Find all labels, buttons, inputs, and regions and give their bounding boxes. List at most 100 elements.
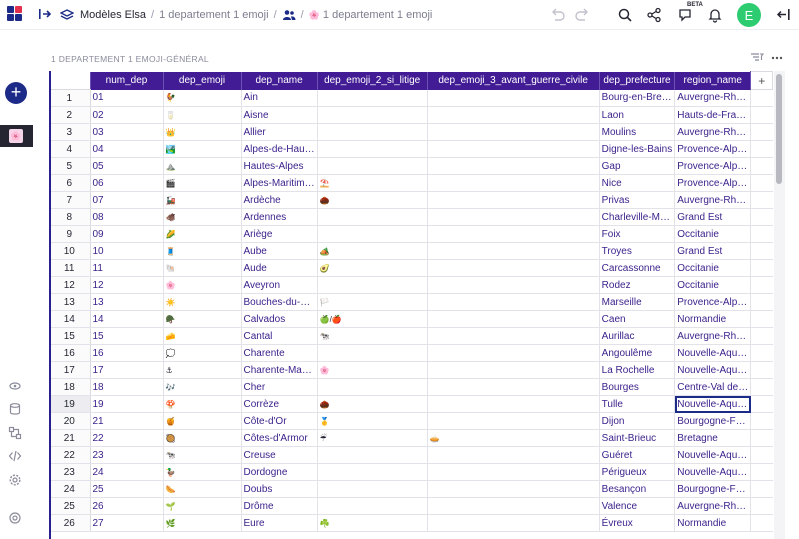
cell-region_name[interactable]: Centre-Val de… (674, 378, 752, 396)
cell-dep_emoji_3_avant_guerre_civile[interactable]: 🥧 (427, 429, 600, 447)
cell-dep_emoji_2_si_litige[interactable]: ☔ (317, 429, 428, 447)
code-icon[interactable] (8, 449, 22, 463)
settings-gear-icon[interactable] (8, 473, 22, 487)
row-number[interactable]: 19 (49, 395, 91, 413)
cell-dep_name[interactable]: Drôme (241, 497, 318, 515)
cell-num_dep[interactable]: 12 (90, 276, 164, 294)
row-number[interactable]: 24 (49, 480, 91, 498)
cell-dep_emoji[interactable]: ⛰️ (163, 157, 242, 175)
row-number[interactable]: 14 (49, 310, 91, 328)
sidebar-item-page[interactable]: 🌸 (0, 125, 33, 147)
cell-dep_prefecture[interactable]: Gap (599, 157, 676, 175)
cell-dep_name[interactable]: Aveyron (241, 276, 318, 294)
cell-dep_name[interactable]: Dordogne (241, 463, 318, 481)
cell-dep_emoji[interactable]: 🧀 (163, 327, 242, 345)
row-number[interactable]: 23 (49, 463, 91, 481)
cell-dep_emoji_2_si_litige[interactable] (317, 276, 428, 294)
cell-num_dep[interactable]: 15 (90, 327, 164, 345)
row-number[interactable]: 26 (49, 514, 91, 532)
cell-region_name[interactable]: Bretagne (674, 429, 752, 447)
cell-num_dep[interactable]: 03 (90, 123, 164, 141)
cell-dep_name[interactable]: Cantal (241, 327, 318, 345)
cell-dep_name[interactable]: Alpes-de-Hau… (241, 140, 318, 158)
cell-dep_name[interactable]: Hautes-Alpes (241, 157, 318, 175)
cell-dep_prefecture[interactable]: Laon (599, 106, 676, 124)
row-number[interactable]: 6 (49, 174, 91, 192)
cell-dep_emoji_2_si_litige[interactable]: ☘️ (317, 514, 428, 532)
cell-num_dep[interactable]: 22 (90, 429, 164, 447)
widgets-icon[interactable] (8, 426, 22, 440)
cell-dep_emoji[interactable]: 🧵 (163, 242, 242, 260)
cell-dep_prefecture[interactable]: Besançon (599, 480, 676, 498)
row-number[interactable]: 8 (49, 208, 91, 226)
cell-dep_emoji_3_avant_guerre_civile[interactable] (427, 463, 600, 481)
cell-num_dep[interactable]: 14 (90, 310, 164, 328)
right-panel-toggle-icon[interactable] (774, 6, 792, 24)
cell-num_dep[interactable]: 18 (90, 378, 164, 396)
cell-dep_emoji[interactable]: 🌱 (163, 497, 242, 515)
cell-num_dep[interactable]: 26 (90, 497, 164, 515)
row-number[interactable]: 17 (49, 361, 91, 379)
cell-dep_emoji_3_avant_guerre_civile[interactable] (427, 446, 600, 464)
cell-region_name[interactable]: Provence-Alp… (674, 174, 752, 192)
table-row[interactable]: 6 06 🎬 Alpes-Maritim… ⛱️ Nice Provence-Alp… (49, 174, 773, 192)
row-number[interactable]: 7 (49, 191, 91, 209)
row-number[interactable]: 5 (49, 157, 91, 175)
cell-dep_emoji_2_si_litige[interactable]: 🐄 (317, 327, 428, 345)
page-title[interactable]: 1 departement 1 emoji (323, 9, 432, 21)
scrollbar-thumb[interactable] (776, 74, 782, 184)
table-row[interactable]: 25 26 🌱 Drôme Valence Auvergne-Rh… (49, 497, 773, 515)
undo-icon[interactable] (549, 6, 567, 24)
avatar[interactable]: E (737, 3, 761, 27)
row-number[interactable]: 20 (49, 412, 91, 430)
cell-dep_emoji[interactable]: 🌿 (163, 514, 242, 532)
bell-icon[interactable] (706, 6, 724, 24)
cell-dep_emoji_2_si_litige[interactable]: 🏳️ (317, 293, 428, 311)
cell-dep_emoji_3_avant_guerre_civile[interactable] (427, 497, 600, 515)
cell-dep_emoji_2_si_litige[interactable]: 🌰 (317, 191, 428, 209)
cell-region_name[interactable]: Auvergne-Rh… (674, 327, 752, 345)
cell-dep_name[interactable]: Eure (241, 514, 318, 532)
cell-dep_emoji[interactable]: 🏞️ (163, 140, 242, 158)
table-row[interactable]: 8 08 🐗 Ardennes Charleville-M… Grand Est (49, 208, 773, 226)
raw-data-icon[interactable] (8, 379, 22, 393)
cell-dep_emoji_2_si_litige[interactable]: 🍏/🍎 (317, 310, 428, 328)
more-options-icon[interactable] (770, 52, 784, 64)
cell-dep_prefecture[interactable]: Saint-Brieuc (599, 429, 676, 447)
column-header[interactable]: region_name (674, 71, 752, 90)
cell-dep_name[interactable]: Aisne (241, 106, 318, 124)
cell-dep_prefecture[interactable]: Aurillac (599, 327, 676, 345)
cell-dep_name[interactable]: Corrèze (241, 395, 318, 413)
cell-dep_emoji[interactable]: 🚂 (163, 191, 242, 209)
cell-dep_emoji_2_si_litige[interactable] (317, 497, 428, 515)
redo-icon[interactable] (573, 6, 591, 24)
cell-num_dep[interactable]: 25 (90, 480, 164, 498)
cell-dep_emoji_3_avant_guerre_civile[interactable] (427, 191, 600, 209)
cell-dep_emoji[interactable]: 🐚 (163, 259, 242, 277)
cell-dep_prefecture[interactable]: Périgueux (599, 463, 676, 481)
cell-dep_emoji[interactable]: 🐓 (163, 89, 242, 107)
widget-title[interactable]: 1 DEPARTEMENT 1 EMOJI-GÉNÉRAL (51, 54, 209, 64)
cell-region_name[interactable]: Bourgogne-F… (674, 412, 752, 430)
table-row[interactable]: 5 05 ⛰️ Hautes-Alpes Gap Provence-Alp… (49, 157, 773, 175)
row-number[interactable]: 10 (49, 242, 91, 260)
cell-dep_name[interactable]: Bouches-du-… (241, 293, 318, 311)
cell-dep_emoji_3_avant_guerre_civile[interactable] (427, 174, 600, 192)
cell-dep_name[interactable]: Creuse (241, 446, 318, 464)
cell-dep_name[interactable]: Charente-Ma… (241, 361, 318, 379)
comments-icon[interactable] (677, 6, 695, 24)
table-row[interactable]: 10 10 🧵 Aube 🏕️ Troyes Grand Est (49, 242, 773, 260)
cell-dep_emoji_3_avant_guerre_civile[interactable] (427, 242, 600, 260)
cell-dep_emoji[interactable]: 🐗 (163, 208, 242, 226)
table-row[interactable]: 15 15 🧀 Cantal 🐄 Aurillac Auvergne-Rh… (49, 327, 773, 345)
cell-dep_emoji_3_avant_guerre_civile[interactable] (427, 310, 600, 328)
row-number[interactable]: 18 (49, 378, 91, 396)
cell-region_name[interactable]: Nouvelle-Aqu… (674, 463, 752, 481)
cell-dep_emoji[interactable]: 👑 (163, 123, 242, 141)
cell-dep_emoji_3_avant_guerre_civile[interactable] (427, 140, 600, 158)
cell-dep_name[interactable]: Aude (241, 259, 318, 277)
cell-dep_name[interactable]: Cher (241, 378, 318, 396)
sidebar-toggle-icon[interactable] (38, 7, 52, 21)
cell-dep_prefecture[interactable]: Bourg-en-Bre… (599, 89, 676, 107)
cell-dep_prefecture[interactable]: Bourges (599, 378, 676, 396)
